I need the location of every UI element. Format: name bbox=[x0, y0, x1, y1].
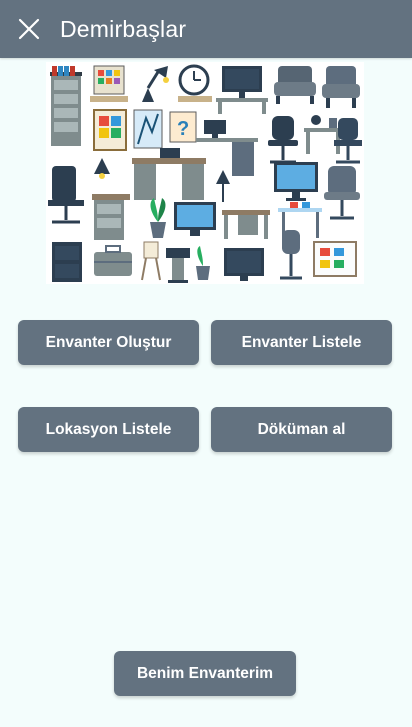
list-inventory-button[interactable]: Envanter Listele bbox=[211, 320, 392, 365]
art-frame-icon bbox=[93, 109, 127, 151]
picture-frame-icon bbox=[90, 65, 128, 102]
my-inventory-button[interactable]: Benim Envanterim bbox=[114, 651, 296, 696]
filing-cabinet-icon bbox=[50, 66, 82, 146]
list-locations-button[interactable]: Lokasyon Listele bbox=[18, 407, 199, 452]
cabinet-icon bbox=[52, 242, 82, 282]
office-furniture-illustration: ? bbox=[46, 62, 364, 284]
question-frame-icon: ? bbox=[169, 111, 197, 143]
svg-text:?: ? bbox=[177, 118, 189, 140]
close-icon bbox=[18, 18, 40, 40]
whiteboard-icon bbox=[313, 241, 357, 277]
get-document-button[interactable]: Döküman al bbox=[211, 407, 392, 452]
page-title: Demirbaşlar bbox=[60, 15, 187, 42]
create-inventory-button[interactable]: Envanter Oluştur bbox=[18, 320, 199, 365]
close-button[interactable] bbox=[0, 0, 58, 58]
app-bar: Demirbaşlar bbox=[0, 0, 412, 58]
poster-icon bbox=[133, 109, 163, 149]
